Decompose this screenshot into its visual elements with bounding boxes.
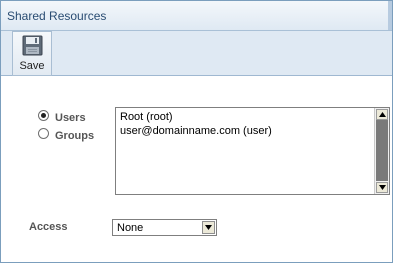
title-bar-edge [388,1,392,30]
groups-radio[interactable] [38,128,49,139]
users-radio[interactable] [38,110,49,121]
shared-resources-panel: Shared Resources Save Users Groups Root … [0,0,393,263]
scrollbar-track[interactable] [376,120,388,181]
title-bar: Shared Resources [1,1,392,31]
groups-radio-label: Groups [55,130,95,142]
floppy-disk-icon [22,35,43,56]
chevron-down-icon [205,225,212,230]
save-button[interactable]: Save [12,31,52,76]
arrow-down-icon [379,185,386,190]
members-listbox[interactable]: Root (root) user@domainname.com (user) [115,107,390,195]
access-select-value: None [117,222,144,234]
access-dropdown-button[interactable] [202,221,215,234]
panel-title: Shared Resources [7,9,107,23]
listbox-scrollbar[interactable] [374,108,389,194]
save-button-label: Save [19,60,45,72]
scroll-up-button[interactable] [376,109,388,120]
arrow-up-icon [379,112,386,117]
toolbar: Save [1,31,392,76]
access-label: Access [29,221,68,233]
list-item[interactable]: user@domainname.com (user) [120,125,272,137]
list-item[interactable]: Root (root) [120,111,173,123]
users-radio-label: Users [55,112,86,124]
scroll-down-button[interactable] [376,182,388,193]
access-select[interactable]: None [112,219,217,236]
